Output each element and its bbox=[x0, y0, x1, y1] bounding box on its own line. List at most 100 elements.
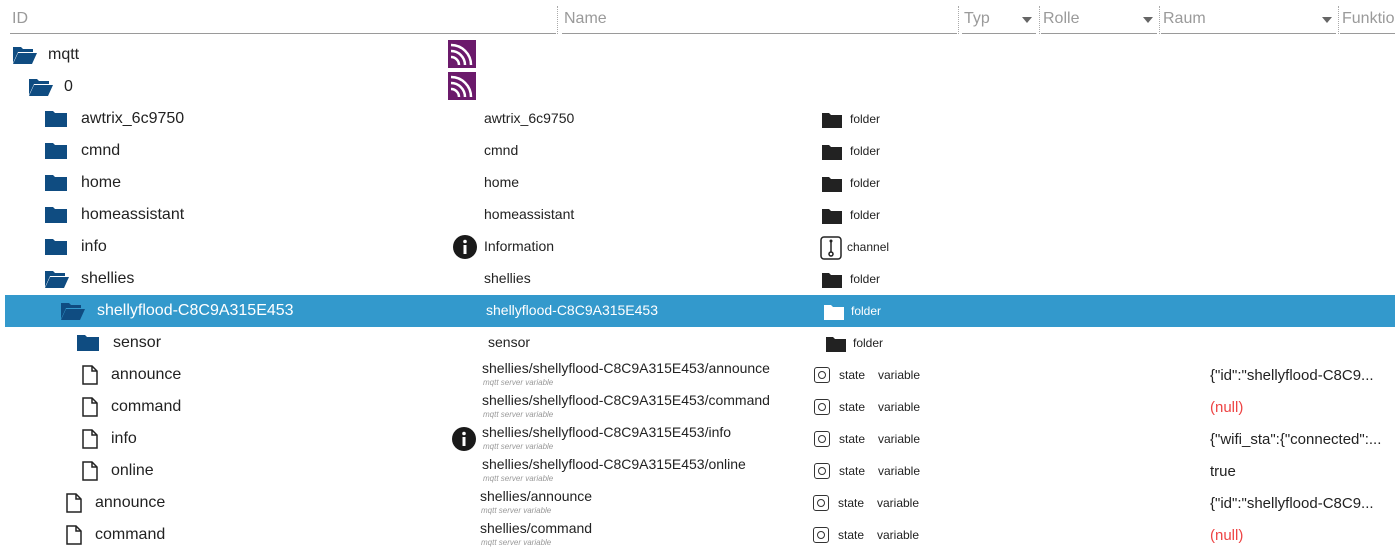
mqtt-adapter-icon bbox=[448, 72, 476, 100]
tree-row[interactable]: 0 bbox=[0, 71, 1395, 103]
room-filter-select[interactable]: Raum bbox=[1161, 6, 1336, 34]
row-value[interactable]: {"wifi_sta":{"connected":... bbox=[1210, 431, 1381, 448]
row-description: mqtt server variable bbox=[483, 442, 554, 451]
tree-row-selected[interactable]: shellyflood-C8C9A315E453 shellyflood-C8C… bbox=[5, 295, 1395, 327]
chevron-down-icon bbox=[1322, 17, 1332, 23]
folder-icon[interactable] bbox=[44, 174, 68, 192]
role-filter-select[interactable]: Rolle bbox=[1041, 6, 1157, 34]
row-name: shellies/shellyflood-C8C9A315E453/info bbox=[482, 424, 732, 440]
chevron-down-icon bbox=[1022, 17, 1032, 23]
folder-open-icon[interactable] bbox=[12, 45, 38, 65]
id-filter-input[interactable]: ID bbox=[10, 6, 556, 34]
row-name: awtrix_6c9750 bbox=[484, 110, 575, 126]
column-divider[interactable] bbox=[557, 6, 558, 34]
row-name: cmnd bbox=[484, 142, 519, 158]
folder-icon[interactable] bbox=[44, 142, 68, 160]
row-type: state bbox=[838, 496, 865, 510]
column-divider[interactable] bbox=[1039, 6, 1040, 34]
row-type: state bbox=[839, 432, 866, 446]
row-description: mqtt server variable bbox=[481, 506, 552, 515]
row-id: command bbox=[95, 526, 166, 543]
function-filter-select[interactable]: Funktio bbox=[1340, 6, 1395, 34]
tree-row[interactable]: announce shellies/shellyflood-C8C9A315E4… bbox=[0, 359, 1395, 391]
row-name: shellies/shellyflood-C8C9A315E453/online bbox=[482, 456, 746, 472]
folder-open-icon[interactable] bbox=[60, 301, 86, 321]
tree-row[interactable]: shellies shellies folder bbox=[0, 263, 1395, 295]
row-type: folder bbox=[850, 208, 881, 222]
folder-icon bbox=[822, 113, 842, 128]
file-icon[interactable] bbox=[82, 365, 98, 385]
row-description: mqtt server variable bbox=[483, 410, 554, 419]
state-icon bbox=[814, 367, 830, 383]
row-value[interactable]: (null) bbox=[1210, 399, 1243, 416]
file-icon[interactable] bbox=[66, 525, 82, 545]
channel-icon bbox=[820, 236, 842, 260]
row-value[interactable]: true bbox=[1210, 463, 1236, 480]
folder-icon bbox=[826, 337, 846, 352]
row-id: command bbox=[111, 398, 182, 415]
row-id: shellyflood-C8C9A315E453 bbox=[97, 302, 294, 319]
row-id: info bbox=[81, 238, 107, 255]
row-type: state bbox=[839, 368, 866, 382]
row-type: state bbox=[838, 528, 865, 542]
folder-icon[interactable] bbox=[44, 238, 68, 256]
tree-row[interactable]: command shellies/shellyflood-C8C9A315E45… bbox=[0, 391, 1395, 423]
column-divider[interactable] bbox=[1338, 6, 1339, 34]
mqtt-adapter-icon bbox=[448, 40, 476, 68]
row-type: folder bbox=[850, 112, 881, 126]
state-icon bbox=[813, 495, 829, 511]
file-icon[interactable] bbox=[66, 493, 82, 513]
state-icon bbox=[814, 463, 830, 479]
file-icon[interactable] bbox=[82, 429, 98, 449]
tree-row[interactable]: home home folder bbox=[0, 167, 1395, 199]
folder-icon[interactable] bbox=[44, 110, 68, 128]
row-id: 0 bbox=[64, 78, 73, 95]
state-icon bbox=[814, 399, 830, 415]
row-value[interactable]: {"id":"shellyflood-C8C9... bbox=[1210, 495, 1374, 512]
row-value[interactable]: {"id":"shellyflood-C8C9... bbox=[1210, 367, 1374, 384]
row-id: announce bbox=[95, 494, 166, 511]
state-icon bbox=[813, 527, 829, 543]
folder-icon[interactable] bbox=[76, 334, 100, 352]
column-header-bar: ID Name Typ Rolle Raum Funktio bbox=[0, 0, 1395, 40]
type-filter-select[interactable]: Typ bbox=[962, 6, 1036, 34]
row-name: home bbox=[484, 174, 520, 190]
info-icon bbox=[452, 427, 476, 451]
tree-row[interactable]: announce shellies/announce mqtt server v… bbox=[0, 487, 1395, 519]
row-role: variable bbox=[877, 528, 920, 542]
tree-row[interactable]: mqtt bbox=[0, 39, 1395, 71]
info-icon bbox=[453, 235, 477, 259]
folder-open-icon[interactable] bbox=[44, 269, 70, 289]
file-icon[interactable] bbox=[82, 397, 98, 417]
row-type: folder bbox=[853, 336, 884, 350]
folder-icon[interactable] bbox=[44, 206, 68, 224]
row-type: folder bbox=[851, 304, 882, 318]
row-value[interactable]: (null) bbox=[1210, 527, 1243, 544]
row-type: channel bbox=[847, 240, 890, 254]
row-role: variable bbox=[878, 432, 921, 446]
row-id: info bbox=[111, 430, 137, 447]
row-type: folder bbox=[850, 144, 881, 158]
row-description: mqtt server variable bbox=[481, 538, 552, 547]
tree-row[interactable]: awtrix_6c9750 awtrix_6c9750 folder bbox=[0, 103, 1395, 135]
column-divider[interactable] bbox=[958, 6, 959, 34]
tree-row[interactable]: info Information channel bbox=[0, 231, 1395, 263]
row-id: sensor bbox=[113, 334, 162, 351]
name-filter-input[interactable]: Name bbox=[562, 6, 957, 34]
tree-row[interactable]: homeassistant homeassistant folder bbox=[0, 199, 1395, 231]
folder-open-icon[interactable] bbox=[28, 77, 54, 97]
tree-row[interactable]: cmnd cmnd folder bbox=[0, 135, 1395, 167]
row-id: online bbox=[111, 462, 154, 479]
row-id: announce bbox=[111, 366, 182, 383]
tree-row[interactable]: info shellies/shellyflood-C8C9A315E453/i… bbox=[0, 423, 1395, 455]
tree-row[interactable]: sensor sensor folder bbox=[0, 327, 1395, 359]
row-id: mqtt bbox=[48, 46, 80, 63]
tree-row[interactable]: command shellies/command mqtt server var… bbox=[0, 519, 1395, 551]
row-id: awtrix_6c9750 bbox=[81, 110, 185, 127]
row-name: Information bbox=[484, 238, 555, 254]
column-divider[interactable] bbox=[1159, 6, 1160, 34]
file-icon[interactable] bbox=[82, 461, 98, 481]
row-name: homeassistant bbox=[484, 206, 575, 222]
tree-row[interactable]: online shellies/shellyflood-C8C9A315E453… bbox=[0, 455, 1395, 487]
row-name: shellies/shellyflood-C8C9A315E453/announ… bbox=[482, 360, 770, 376]
